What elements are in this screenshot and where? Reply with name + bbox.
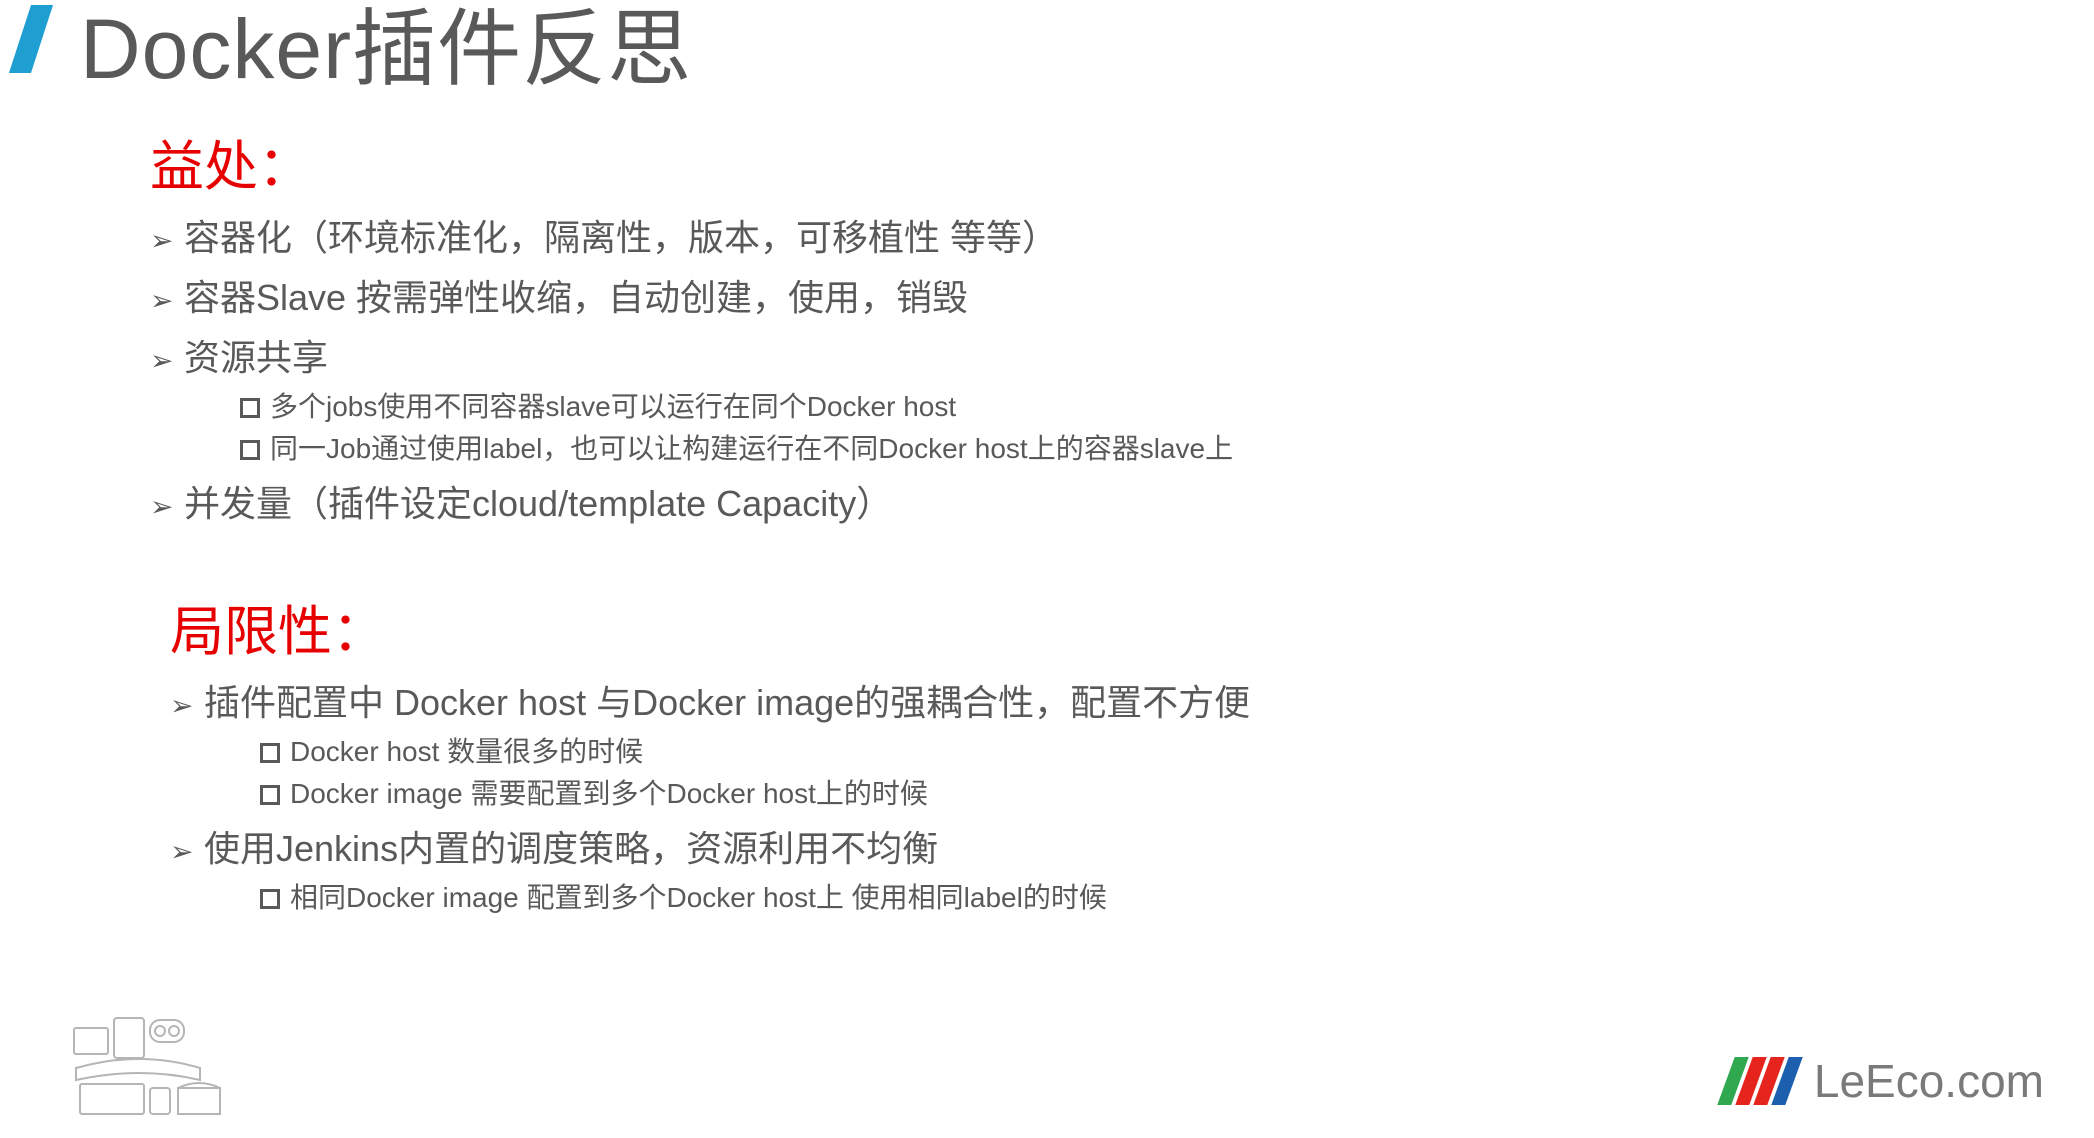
benefit-text: 资源共享 [184, 329, 328, 381]
square-bullet-icon [240, 393, 270, 425]
benefits-heading: 益处： [150, 122, 1850, 201]
limit-subitem: Docker host 数量很多的时候 [260, 730, 1850, 770]
triangle-bullet-icon: ➢ [150, 284, 184, 317]
triangle-bullet-icon: ➢ [170, 835, 204, 868]
benefit-item: ➢ 容器Slave 按需弹性收缩，自动创建，使用，销毁 [150, 269, 1850, 321]
slide-title: Docker插件反思 [80, 0, 692, 103]
triangle-bullet-icon: ➢ [170, 689, 204, 722]
square-bullet-icon [260, 780, 290, 812]
triangle-bullet-icon: ➢ [150, 490, 184, 523]
benefit-text: 容器Slave 按需弹性收缩，自动创建，使用，销毁 [184, 269, 968, 321]
benefit-subtext: 多个jobs使用不同容器slave可以运行在同个Docker host [270, 385, 956, 425]
logo-slashes-icon [1726, 1057, 1794, 1105]
limits-heading: 局限性： [170, 587, 1850, 666]
slide-content: 益处： ➢ 容器化（环境标准化，隔离性，版本，可移植性 等等） ➢ 容器Slav… [150, 108, 1850, 918]
square-bullet-icon [260, 738, 290, 770]
title-accent-bar [9, 5, 53, 73]
triangle-bullet-icon: ➢ [150, 224, 184, 257]
benefit-item: ➢ 资源共享 [150, 329, 1850, 381]
triangle-bullet-icon: ➢ [150, 344, 184, 377]
benefit-item: ➢ 容器化（环境标准化，隔离性，版本，可移植性 等等） [150, 209, 1850, 261]
benefit-subitem: 同一Job通过使用label，也可以让构建运行在不同Docker host上的容… [240, 427, 1850, 467]
benefit-subtext: 同一Job通过使用label，也可以让构建运行在不同Docker host上的容… [270, 427, 1233, 467]
limit-item: ➢ 插件配置中 Docker host 与Docker image的强耦合性，配… [170, 674, 1850, 726]
limit-subitem: Docker image 需要配置到多个Docker host上的时候 [260, 772, 1850, 812]
benefit-item: ➢ 并发量（插件设定cloud/template Capacity） [150, 475, 1850, 527]
benefit-text: 容器化（环境标准化，隔离性，版本，可移植性 等等） [184, 209, 1058, 261]
benefit-subitem: 多个jobs使用不同容器slave可以运行在同个Docker host [240, 385, 1850, 425]
limit-subtext: Docker image 需要配置到多个Docker host上的时候 [290, 772, 928, 812]
limit-subtext: 相同Docker image 配置到多个Docker host上 使用相同lab… [290, 876, 1107, 916]
square-bullet-icon [260, 884, 290, 916]
footer-logo: LeEco.com [1726, 1054, 2044, 1108]
limit-subitem: 相同Docker image 配置到多个Docker host上 使用相同lab… [260, 876, 1850, 916]
decorative-devices-icon [70, 1010, 260, 1120]
limit-text: 使用Jenkins内置的调度策略，资源利用不均衡 [204, 820, 938, 872]
limit-item: ➢ 使用Jenkins内置的调度策略，资源利用不均衡 [170, 820, 1850, 872]
benefit-text: 并发量（插件设定cloud/template Capacity） [184, 475, 892, 527]
square-bullet-icon [240, 435, 270, 467]
limit-text: 插件配置中 Docker host 与Docker image的强耦合性，配置不… [204, 674, 1250, 726]
limit-subtext: Docker host 数量很多的时候 [290, 730, 643, 770]
footer-logo-text: LeEco.com [1814, 1054, 2044, 1108]
